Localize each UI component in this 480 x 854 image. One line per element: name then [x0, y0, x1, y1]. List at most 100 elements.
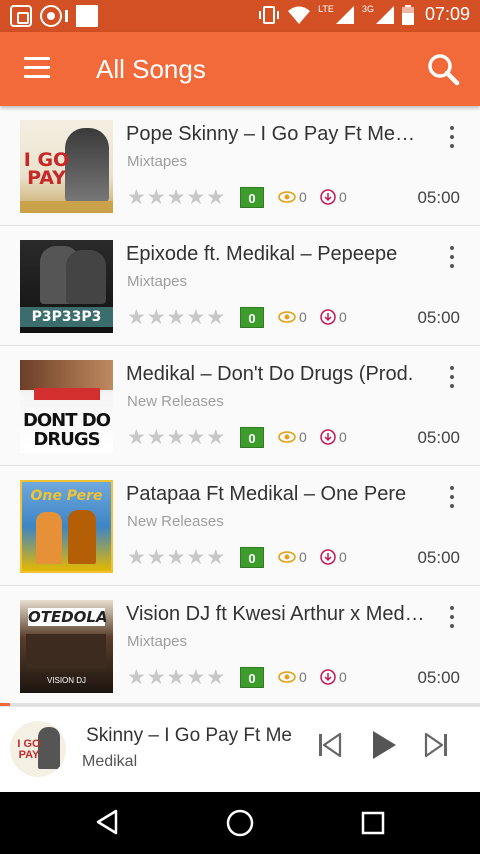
song-title[interactable]: Epixode ft. Medikal – Pepeepe — [126, 243, 426, 266]
star-icon[interactable]: ★ — [186, 307, 205, 329]
view-count: 0 — [278, 309, 307, 325]
player-song-title[interactable]: Pope Skinny – I Go Pay Ft Me — [82, 725, 292, 747]
song-row[interactable]: OTEDOLA VISION DJ Vision DJ ft Kwesi Art… — [0, 586, 480, 704]
album-art: OTEDOLA VISION DJ — [20, 600, 113, 693]
more-options-icon[interactable] — [444, 244, 460, 270]
download-icon — [320, 549, 336, 565]
star-icon[interactable]: ★ — [127, 667, 146, 689]
more-options-icon[interactable] — [444, 484, 460, 510]
media-notification-icon — [40, 5, 68, 27]
recents-icon[interactable] — [360, 810, 386, 836]
song-duration: 05:00 — [417, 308, 460, 327]
back-icon[interactable] — [94, 808, 120, 836]
star-icon[interactable]: ★ — [167, 187, 186, 209]
view-count-value: 0 — [299, 429, 307, 445]
view-count: 0 — [278, 549, 307, 565]
star-icon[interactable]: ★ — [186, 667, 205, 689]
rating-stars[interactable]: ★ ★ ★ ★ ★ — [127, 307, 225, 329]
more-options-icon[interactable] — [444, 604, 460, 630]
wifi-icon — [288, 6, 311, 24]
star-icon[interactable]: ★ — [127, 187, 146, 209]
song-row[interactable]: I GO PAY Pope Skinny – I Go Pay Ft Medik… — [0, 106, 480, 226]
player-album-art[interactable]: I GO PAY — [10, 721, 66, 777]
album-art: P3P33P3 — [20, 240, 113, 333]
player-artist: Medikal — [82, 753, 138, 770]
hamburger-menu-icon[interactable] — [24, 57, 50, 79]
download-count-value: 0 — [339, 189, 347, 205]
song-duration: 05:00 — [417, 188, 460, 207]
download-count: 0 — [320, 429, 347, 445]
star-icon[interactable]: ★ — [167, 307, 186, 329]
song-title[interactable]: Vision DJ ft Kwesi Arthur x Medikal — [126, 603, 426, 626]
network-type-label-2: 3G — [361, 3, 374, 14]
star-icon[interactable]: ★ — [206, 187, 225, 209]
battery-icon — [401, 4, 414, 25]
star-icon[interactable]: ★ — [186, 427, 205, 449]
playback-progress-bar[interactable] — [0, 703, 480, 706]
playback-progress-fill — [0, 703, 10, 706]
rating-stars[interactable]: ★ ★ ★ ★ ★ — [127, 187, 225, 209]
star-icon[interactable]: ★ — [167, 427, 186, 449]
song-title[interactable]: Patapaa Ft Medikal – One Pere — [126, 483, 426, 506]
star-icon[interactable]: ★ — [147, 427, 166, 449]
song-title[interactable]: Pope Skinny – I Go Pay Ft Medikal — [126, 123, 426, 146]
search-icon[interactable] — [426, 52, 460, 86]
view-count-value: 0 — [299, 549, 307, 565]
song-row[interactable]: One Pere Patapaa Ft Medikal – One Pere N… — [0, 466, 480, 586]
rating-stars[interactable]: ★ ★ ★ ★ ★ — [127, 547, 225, 569]
skip-previous-icon[interactable] — [316, 731, 344, 759]
more-options-icon[interactable] — [444, 124, 460, 150]
album-art: DONT DO DRUGS — [20, 360, 113, 453]
star-icon[interactable]: ★ — [206, 427, 225, 449]
star-icon[interactable]: ★ — [206, 547, 225, 569]
download-icon — [320, 189, 336, 205]
album-art: I GO PAY — [20, 120, 113, 213]
download-icon — [320, 669, 336, 685]
star-icon[interactable]: ★ — [167, 547, 186, 569]
mini-player[interactable]: I GOPAY Pope Skinny – I Go Pay Ft Me Med… — [0, 706, 480, 792]
square-notification-icon — [76, 5, 98, 27]
rating-stars[interactable]: ★ ★ ★ ★ ★ — [127, 427, 225, 449]
star-icon[interactable]: ★ — [206, 307, 225, 329]
view-count: 0 — [278, 429, 307, 445]
rating-badge: 0 — [240, 667, 264, 688]
play-icon[interactable] — [370, 729, 398, 761]
song-title[interactable]: Medikal – Don't Do Drugs (Prod. — [126, 363, 426, 386]
star-icon[interactable]: ★ — [127, 307, 146, 329]
song-category: New Releases — [127, 393, 224, 410]
view-count: 0 — [278, 189, 307, 205]
rating-badge: 0 — [240, 307, 264, 328]
song-row[interactable]: P3P33P3 Epixode ft. Medikal – Pepeepe Mi… — [0, 226, 480, 346]
star-icon[interactable]: ★ — [186, 547, 205, 569]
eye-icon — [278, 431, 296, 443]
star-icon[interactable]: ★ — [147, 547, 166, 569]
app-bar: All Songs — [0, 32, 480, 106]
song-category: New Releases — [127, 513, 224, 530]
song-duration: 05:00 — [417, 548, 460, 567]
star-icon[interactable]: ★ — [147, 187, 166, 209]
more-options-icon[interactable] — [444, 364, 460, 390]
star-icon[interactable]: ★ — [147, 307, 166, 329]
home-icon[interactable] — [225, 808, 255, 838]
album-art-text: I GO PAY — [23, 149, 70, 189]
song-list[interactable]: I GO PAY Pope Skinny – I Go Pay Ft Medik… — [0, 106, 480, 704]
skip-next-icon[interactable] — [422, 731, 450, 759]
download-count-value: 0 — [339, 429, 347, 445]
signal-icon — [335, 5, 354, 24]
signal-icon-2 — [375, 5, 394, 24]
album-art: One Pere — [20, 480, 113, 573]
star-icon[interactable]: ★ — [167, 667, 186, 689]
download-count-value: 0 — [339, 549, 347, 565]
star-icon[interactable]: ★ — [147, 667, 166, 689]
page-title: All Songs — [96, 54, 206, 84]
star-icon[interactable]: ★ — [127, 427, 146, 449]
song-row[interactable]: DONT DO DRUGS Medikal – Don't Do Drugs (… — [0, 346, 480, 466]
star-icon[interactable]: ★ — [206, 667, 225, 689]
star-icon[interactable]: ★ — [186, 187, 205, 209]
rating-stars[interactable]: ★ ★ ★ ★ ★ — [127, 667, 225, 689]
star-icon[interactable]: ★ — [127, 547, 146, 569]
song-duration: 05:00 — [417, 428, 460, 447]
download-count: 0 — [320, 189, 347, 205]
eye-icon — [278, 191, 296, 203]
song-category: Mixtapes — [127, 153, 188, 170]
